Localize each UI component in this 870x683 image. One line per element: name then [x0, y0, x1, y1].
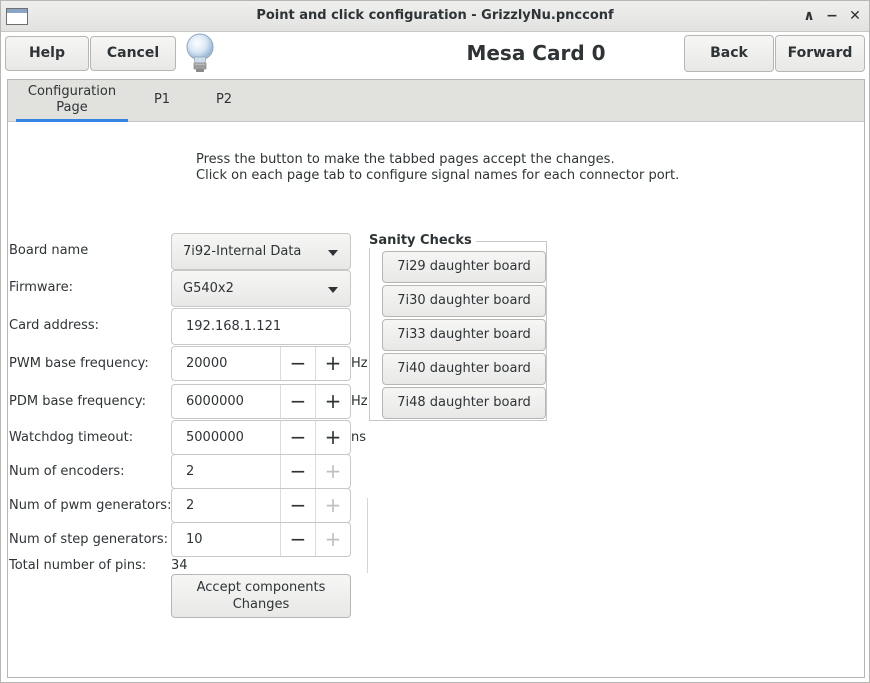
instructions-line1: Press the button to make the tabbed page…	[196, 152, 615, 167]
pwm-base-frequency-spinner[interactable]: 20000 − +	[171, 346, 351, 381]
pdm-base-frequency-label: PDM base frequency:	[9, 394, 146, 409]
help-button-label: Help	[28, 45, 66, 61]
tab-configuration-page[interactable]: Configuration Page	[16, 80, 128, 122]
back-button-label: Back	[710, 45, 748, 61]
cancel-button[interactable]: Cancel	[90, 36, 176, 71]
back-button[interactable]: Back	[684, 35, 774, 72]
board-name-label: Board name	[9, 243, 89, 258]
pwm-base-frequency-value: 20000	[186, 356, 228, 371]
window-title: Point and click configuration - GrizzlyN…	[256, 8, 614, 23]
accept-label-line2: Changes	[232, 597, 290, 612]
watchdog-unit-label: ns	[351, 430, 367, 445]
watchdog-timeout-value: 5000000	[186, 430, 244, 445]
minimize-icon[interactable]: −	[823, 7, 841, 25]
tab-p1[interactable]: P1	[142, 80, 182, 122]
num-pwm-generators-spinner[interactable]: 2 − +	[171, 488, 351, 523]
accept-label-line1: Accept components	[196, 580, 326, 595]
tab-configuration-label-line2: Page	[56, 100, 88, 115]
sanity-checks-title: Sanity Checks	[369, 233, 476, 248]
num-encoders-value: 2	[186, 464, 195, 479]
collapse-icon[interactable]: ∧	[800, 7, 818, 25]
num-pwm-generators-label: Num of pwm generators:	[9, 498, 172, 513]
minus-icon[interactable]: −	[280, 385, 315, 418]
tab-p2[interactable]: P2	[204, 80, 244, 122]
firmware-combo[interactable]: G540x2	[171, 270, 351, 307]
total-pins-value: 34	[171, 558, 188, 573]
tab-p1-label: P1	[153, 92, 171, 107]
firmware-label: Firmware:	[9, 280, 73, 295]
plus-icon: +	[315, 455, 350, 488]
help-button[interactable]: Help	[5, 36, 89, 71]
pdm-unit-label: Hz	[351, 394, 368, 409]
num-encoders-label: Num of encoders:	[9, 464, 125, 479]
pdm-base-frequency-spinner[interactable]: 6000000 − +	[171, 384, 351, 419]
board-name-value: 7i92-Internal Data	[183, 244, 302, 259]
board-name-combo[interactable]: 7i92-Internal Data	[171, 233, 351, 270]
minus-icon[interactable]: −	[280, 523, 315, 556]
pwm-base-frequency-label: PWM base frequency:	[9, 356, 149, 371]
plus-icon[interactable]: +	[315, 385, 350, 418]
minus-icon[interactable]: −	[280, 421, 315, 454]
daughter-board-7i29-button[interactable]: 7i29 daughter board	[382, 251, 546, 283]
instructions-line2: Click on each page tab to configure sign…	[196, 168, 680, 183]
minus-icon[interactable]: −	[280, 489, 315, 522]
num-encoders-spinner[interactable]: 2 − +	[171, 454, 351, 489]
pdm-base-frequency-value: 6000000	[186, 394, 244, 409]
separator	[367, 498, 368, 573]
close-icon[interactable]: ✕	[846, 7, 864, 25]
firmware-value: G540x2	[183, 281, 234, 296]
pwm-unit-label: Hz	[351, 356, 368, 371]
num-step-generators-value: 10	[186, 532, 203, 547]
tab-p2-label: P2	[215, 92, 233, 107]
config-notebook: Configuration Page P1 P2 Press the butto…	[7, 79, 865, 678]
tab-configuration-label-line1: Configuration	[27, 84, 117, 99]
minus-icon[interactable]: −	[280, 455, 315, 488]
daughter-board-7i40-button[interactable]: 7i40 daughter board	[382, 353, 546, 385]
total-pins-label: Total number of pins:	[9, 558, 147, 573]
num-pwm-generators-value: 2	[186, 498, 195, 513]
lightbulb-icon	[186, 33, 214, 72]
card-address-field[interactable]: 192.168.1.121	[171, 308, 351, 345]
minus-icon[interactable]: −	[280, 347, 315, 380]
plus-icon[interactable]: +	[315, 347, 350, 380]
main-window: Point and click configuration - GrizzlyN…	[0, 0, 870, 683]
plus-icon: +	[315, 523, 350, 556]
watchdog-timeout-label: Watchdog timeout:	[9, 430, 134, 445]
forward-button[interactable]: Forward	[775, 35, 865, 72]
num-step-generators-label: Num of step generators:	[9, 532, 169, 547]
cancel-button-label: Cancel	[106, 45, 160, 61]
watchdog-timeout-spinner[interactable]: 5000000 − +	[171, 420, 351, 455]
daughter-board-7i30-button[interactable]: 7i30 daughter board	[382, 285, 546, 317]
forward-button-label: Forward	[787, 45, 853, 61]
accept-components-button[interactable]: Accept components Changes	[171, 574, 351, 618]
page-title: Mesa Card 0	[466, 41, 606, 65]
plus-icon[interactable]: +	[315, 421, 350, 454]
title-bar[interactable]: Point and click configuration - GrizzlyN…	[1, 1, 869, 32]
daughter-board-7i33-button[interactable]: 7i33 daughter board	[382, 319, 546, 351]
card-address-label: Card address:	[9, 318, 99, 333]
daughter-board-7i48-button[interactable]: 7i48 daughter board	[382, 387, 546, 419]
num-step-generators-spinner[interactable]: 10 − +	[171, 522, 351, 557]
tab-bar: Configuration Page P1 P2	[8, 80, 864, 122]
chevron-down-icon	[328, 250, 338, 256]
card-address-value: 192.168.1.121	[186, 319, 282, 334]
instructions: Press the button to make the tabbed page…	[196, 152, 679, 184]
chevron-down-icon	[328, 287, 338, 293]
plus-icon: +	[315, 489, 350, 522]
